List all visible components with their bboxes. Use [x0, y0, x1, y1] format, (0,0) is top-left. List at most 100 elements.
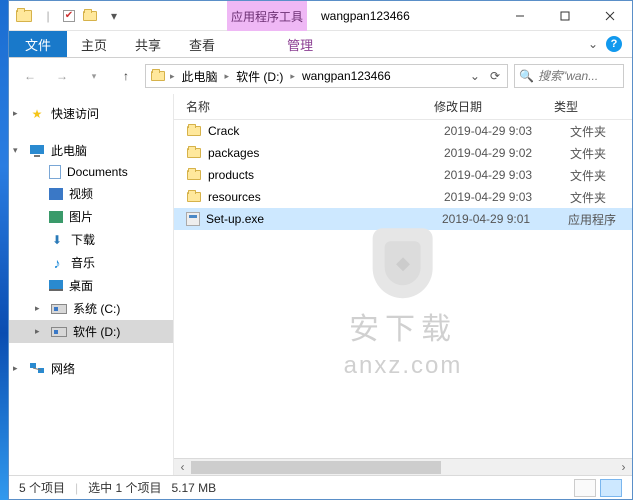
nav-pictures[interactable]: 图片: [9, 205, 173, 228]
breadcrumb-drive[interactable]: 软件 (D:): [233, 68, 286, 85]
drive-icon: [51, 304, 67, 314]
nav-downloads[interactable]: ⬇ 下载: [9, 228, 173, 251]
search-icon: 🔍: [519, 69, 534, 83]
view-icons-button[interactable]: [600, 479, 622, 497]
close-button[interactable]: [587, 1, 632, 30]
file-type: 应用程序: [568, 211, 616, 228]
chevron-right-icon[interactable]: ▸: [290, 71, 295, 82]
breadcrumb-folder[interactable]: wangpan123466: [299, 69, 394, 83]
title-bar: | ✔ ▾ 应用程序工具 wangpan123466: [9, 1, 632, 31]
nav-back-button[interactable]: ←: [17, 63, 43, 89]
address-bar[interactable]: ▸ 此电脑 ▸ 软件 (D:) ▸ wangpan123466 ⌄ ⟳: [145, 64, 508, 88]
refresh-icon[interactable]: ⟳: [487, 69, 503, 83]
minimize-button[interactable]: [497, 1, 542, 30]
chevron-right-icon[interactable]: ▸: [170, 71, 175, 82]
video-icon: [49, 188, 63, 200]
status-bar: 5 个项目 | 选中 1 个项目 5.17 MB: [9, 475, 632, 499]
file-name: products: [208, 168, 438, 182]
watermark: ◆ 安下载 anxz.com: [344, 228, 463, 380]
nav-recent-dropdown[interactable]: ▾: [81, 63, 107, 89]
tab-share[interactable]: 共享: [121, 31, 175, 57]
nav-label: 图片: [69, 208, 93, 225]
address-bar-row: ← → ▾ ↑ ▸ 此电脑 ▸ 软件 (D:) ▸ wangpan123466 …: [9, 58, 632, 94]
file-date: 2019-04-29 9:02: [444, 146, 564, 160]
music-icon: ♪: [49, 255, 65, 271]
chevron-right-icon[interactable]: ▸: [225, 71, 230, 82]
breadcrumb-root[interactable]: 此电脑: [179, 68, 221, 85]
picture-icon: [49, 211, 63, 223]
nav-documents[interactable]: Documents: [9, 162, 173, 182]
expand-ribbon-icon[interactable]: ⌄: [588, 37, 598, 51]
scroll-right-icon[interactable]: ›: [615, 459, 632, 476]
horizontal-scrollbar[interactable]: ‹ ›: [174, 458, 632, 475]
nav-drive-d[interactable]: ▸软件 (D:): [9, 320, 173, 343]
checkbox-icon[interactable]: ✔: [63, 10, 75, 22]
view-details-button[interactable]: [574, 479, 596, 497]
help-icon[interactable]: ?: [606, 36, 622, 52]
nav-videos[interactable]: 视频: [9, 182, 173, 205]
tab-manage[interactable]: 管理: [273, 31, 327, 57]
download-icon: ⬇: [49, 232, 65, 248]
folder-icon: [186, 123, 202, 139]
file-row[interactable]: products2019-04-29 9:03文件夹: [174, 164, 632, 186]
nav-drive-c[interactable]: ▸系统 (C:): [9, 297, 173, 320]
nav-label: 下载: [71, 231, 95, 248]
file-name: packages: [208, 146, 438, 160]
contextual-tab-label: 应用程序工具: [227, 1, 307, 31]
nav-label: 快速访问: [51, 105, 99, 122]
nav-label: 软件 (D:): [73, 323, 120, 340]
status-selection: 选中 1 个项目: [88, 479, 161, 496]
folder-small-icon[interactable]: [81, 7, 99, 25]
file-row[interactable]: packages 2019-04-29 9:02 文件夹: [174, 142, 632, 164]
file-rows: ◆ 安下载 anxz.com Crack2019-04-29 9:03文件夹pa…: [174, 120, 632, 458]
status-size: 5.17 MB: [171, 481, 216, 495]
file-row[interactable]: resources2019-04-29 9:03文件夹: [174, 186, 632, 208]
column-name[interactable]: 名称: [186, 98, 434, 115]
tab-home[interactable]: 主页: [67, 31, 121, 57]
search-input[interactable]: [538, 69, 619, 83]
search-box[interactable]: 🔍: [514, 64, 624, 88]
star-icon: ★: [29, 106, 45, 122]
ribbon-tabs: 文件 主页 共享 查看 管理 ⌄ ?: [9, 31, 632, 58]
file-type: 文件夹: [570, 145, 606, 162]
file-row[interactable]: Set-up.exe 2019-04-29 9:01 应用程序: [174, 208, 632, 230]
status-item-count: 5 个项目: [19, 479, 65, 496]
file-name: Set-up.exe: [206, 212, 436, 226]
folder-icon: [186, 145, 202, 161]
maximize-button[interactable]: [542, 1, 587, 30]
qat-overflow-icon[interactable]: ▾: [105, 7, 123, 25]
watermark-text: 安下载: [344, 304, 463, 348]
tab-file[interactable]: 文件: [9, 31, 67, 57]
scroll-left-icon[interactable]: ‹: [174, 459, 191, 476]
nav-this-pc[interactable]: ▾此电脑: [9, 139, 173, 162]
file-date: 2019-04-29 9:01: [442, 212, 562, 226]
navigation-pane: ▸★快速访问 ▾此电脑 Documents 视频 图片 ⬇下载 ♪音乐 桌面 ▸…: [9, 94, 174, 475]
desktop-icon: [49, 280, 63, 291]
nav-forward-button: →: [49, 63, 75, 89]
tab-view[interactable]: 查看: [175, 31, 229, 57]
nav-label: 网络: [51, 360, 75, 377]
quick-access-toolbar: | ✔ ▾: [9, 7, 129, 25]
nav-music[interactable]: ♪音乐: [9, 251, 173, 274]
nav-label: 桌面: [69, 277, 93, 294]
file-row[interactable]: Crack2019-04-29 9:03文件夹: [174, 120, 632, 142]
address-dropdown-icon[interactable]: ⌄: [467, 69, 483, 83]
nav-quick-access[interactable]: ▸★快速访问: [9, 102, 173, 125]
file-type: 文件夹: [570, 189, 606, 206]
file-name: Crack: [208, 124, 438, 138]
column-headers: 名称 修改日期 类型: [174, 94, 632, 120]
nav-up-button[interactable]: ↑: [113, 63, 139, 89]
explorer-window: | ✔ ▾ 应用程序工具 wangpan123466 文件 主页 共享 查看 管…: [8, 0, 633, 500]
application-icon: [186, 212, 200, 226]
column-date[interactable]: 修改日期: [434, 98, 554, 115]
network-icon: [29, 361, 45, 377]
nav-label: Documents: [67, 165, 128, 179]
column-type[interactable]: 类型: [554, 98, 632, 115]
file-name: resources: [208, 190, 438, 204]
nav-desktop[interactable]: 桌面: [9, 274, 173, 297]
scroll-thumb[interactable]: [191, 461, 441, 474]
file-type: 文件夹: [570, 167, 606, 184]
watermark-url: anxz.com: [344, 352, 463, 380]
document-icon: [49, 165, 61, 179]
nav-network[interactable]: ▸网络: [9, 357, 173, 380]
